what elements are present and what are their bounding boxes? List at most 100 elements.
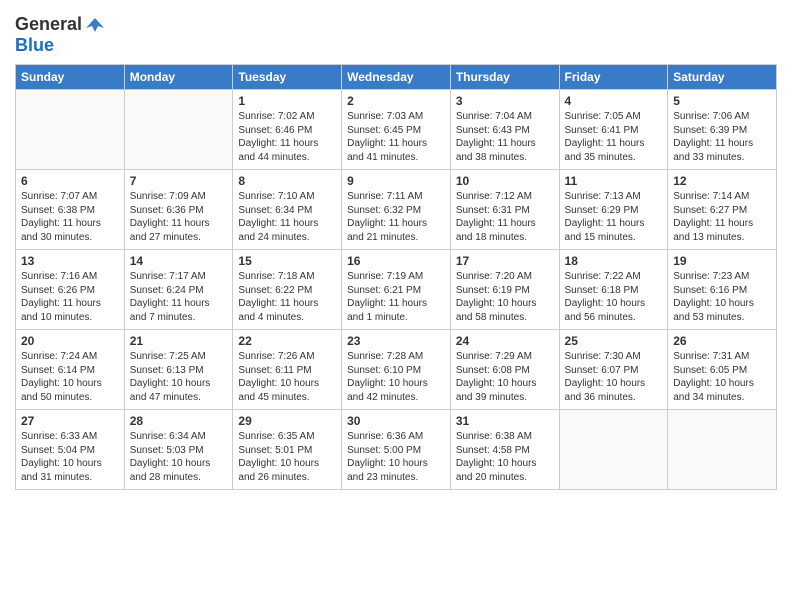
day-info: Sunrise: 7:17 AM Sunset: 6:24 PM Dayligh… [130, 270, 228, 324]
day-number: 7 [130, 174, 228, 188]
day-number: 16 [347, 254, 445, 268]
day-info: Sunrise: 7:05 AM Sunset: 6:41 PM Dayligh… [565, 110, 663, 164]
calendar-cell: 19 Sunrise: 7:23 AM Sunset: 6:16 PM Dayli… [668, 250, 777, 330]
calendar-cell: 31 Sunrise: 6:38 AM Sunset: 4:58 PM Dayli… [450, 410, 559, 490]
weekday-saturday: Saturday [668, 65, 777, 90]
day-number: 13 [21, 254, 119, 268]
logo-bird-icon [84, 14, 106, 36]
day-number: 8 [238, 174, 336, 188]
day-number: 10 [456, 174, 554, 188]
weekday-monday: Monday [124, 65, 233, 90]
calendar-cell: 25Sunrise: 7:30 AM Sunset: 6:07 PM Dayli… [559, 330, 668, 410]
calendar-table: SundayMondayTuesdayWednesdayThursdayFrid… [15, 64, 777, 490]
day-info: Sunrise: 7:03 AM Sunset: 6:45 PM Dayligh… [347, 110, 445, 164]
day-number: 20 [21, 334, 119, 348]
day-number: 1 [238, 94, 336, 108]
day-number: 25 [565, 334, 663, 348]
calendar-cell: 12Sunrise: 7:14 AM Sunset: 6:27 PM Dayli… [668, 170, 777, 250]
day-number: 27 [21, 414, 119, 428]
day-info: Sunrise: 6:38 AM Sunset: 4:58 PM Dayligh… [456, 430, 554, 484]
weekday-tuesday: Tuesday [233, 65, 342, 90]
logo-general: General [15, 14, 82, 34]
day-number: 2 [347, 94, 445, 108]
calendar-cell: 8 Sunrise: 7:10 AM Sunset: 6:34 PM Daylig… [233, 170, 342, 250]
day-info: Sunrise: 7:29 AM Sunset: 6:08 PM Dayligh… [456, 350, 554, 404]
day-number: 12 [673, 174, 771, 188]
calendar-cell: 7 Sunrise: 7:09 AM Sunset: 6:36 PM Daylig… [124, 170, 233, 250]
day-info: Sunrise: 7:19 AM Sunset: 6:21 PM Dayligh… [347, 270, 445, 324]
calendar-cell: 27 Sunrise: 6:33 AM Sunset: 5:04 PM Dayli… [16, 410, 125, 490]
day-number: 30 [347, 414, 445, 428]
day-number: 31 [456, 414, 554, 428]
calendar-cell: 6 Sunrise: 7:07 AM Sunset: 6:38 PM Daylig… [16, 170, 125, 250]
day-info: Sunrise: 7:24 AM Sunset: 6:14 PM Dayligh… [21, 350, 119, 404]
weekday-friday: Friday [559, 65, 668, 90]
calendar-cell [559, 410, 668, 490]
week-row-3: 20 Sunrise: 7:24 AM Sunset: 6:14 PM Dayli… [16, 330, 777, 410]
day-info: Sunrise: 7:13 AM Sunset: 6:29 PM Dayligh… [565, 190, 663, 244]
logo-blue: Blue [15, 35, 54, 55]
calendar-cell: 9 Sunrise: 7:11 AM Sunset: 6:32 PM Daylig… [342, 170, 451, 250]
calendar-cell [16, 90, 125, 170]
week-row-4: 27 Sunrise: 6:33 AM Sunset: 5:04 PM Dayli… [16, 410, 777, 490]
week-row-1: 6 Sunrise: 7:07 AM Sunset: 6:38 PM Daylig… [16, 170, 777, 250]
day-number: 29 [238, 414, 336, 428]
day-info: Sunrise: 7:04 AM Sunset: 6:43 PM Dayligh… [456, 110, 554, 164]
day-number: 3 [456, 94, 554, 108]
day-info: Sunrise: 7:11 AM Sunset: 6:32 PM Dayligh… [347, 190, 445, 244]
weekday-header-row: SundayMondayTuesdayWednesdayThursdayFrid… [16, 65, 777, 90]
day-number: 9 [347, 174, 445, 188]
day-info: Sunrise: 7:09 AM Sunset: 6:36 PM Dayligh… [130, 190, 228, 244]
day-info: Sunrise: 7:07 AM Sunset: 6:38 PM Dayligh… [21, 190, 119, 244]
day-info: Sunrise: 6:35 AM Sunset: 5:01 PM Dayligh… [238, 430, 336, 484]
calendar-cell: 29 Sunrise: 6:35 AM Sunset: 5:01 PM Dayli… [233, 410, 342, 490]
day-info: Sunrise: 6:36 AM Sunset: 5:00 PM Dayligh… [347, 430, 445, 484]
week-row-0: 1Sunrise: 7:02 AM Sunset: 6:46 PM Daylig… [16, 90, 777, 170]
day-number: 26 [673, 334, 771, 348]
calendar-cell: 4 Sunrise: 7:05 AM Sunset: 6:41 PM Daylig… [559, 90, 668, 170]
calendar-cell [668, 410, 777, 490]
calendar-cell: 18Sunrise: 7:22 AM Sunset: 6:18 PM Dayli… [559, 250, 668, 330]
day-info: Sunrise: 6:34 AM Sunset: 5:03 PM Dayligh… [130, 430, 228, 484]
calendar-cell: 28Sunrise: 6:34 AM Sunset: 5:03 PM Dayli… [124, 410, 233, 490]
calendar-cell: 10 Sunrise: 7:12 AM Sunset: 6:31 PM Dayli… [450, 170, 559, 250]
calendar-cell: 3 Sunrise: 7:04 AM Sunset: 6:43 PM Daylig… [450, 90, 559, 170]
calendar-cell: 16 Sunrise: 7:19 AM Sunset: 6:21 PM Dayli… [342, 250, 451, 330]
calendar-cell: 30 Sunrise: 6:36 AM Sunset: 5:00 PM Dayli… [342, 410, 451, 490]
calendar-body: 1Sunrise: 7:02 AM Sunset: 6:46 PM Daylig… [16, 90, 777, 490]
day-info: Sunrise: 7:23 AM Sunset: 6:16 PM Dayligh… [673, 270, 771, 324]
day-number: 23 [347, 334, 445, 348]
day-info: Sunrise: 7:10 AM Sunset: 6:34 PM Dayligh… [238, 190, 336, 244]
calendar-cell: 24 Sunrise: 7:29 AM Sunset: 6:08 PM Dayli… [450, 330, 559, 410]
day-info: Sunrise: 7:25 AM Sunset: 6:13 PM Dayligh… [130, 350, 228, 404]
weekday-wednesday: Wednesday [342, 65, 451, 90]
day-info: Sunrise: 6:33 AM Sunset: 5:04 PM Dayligh… [21, 430, 119, 484]
calendar-cell: 2 Sunrise: 7:03 AM Sunset: 6:45 PM Daylig… [342, 90, 451, 170]
day-number: 19 [673, 254, 771, 268]
logo: General Blue [15, 14, 106, 56]
day-number: 4 [565, 94, 663, 108]
day-number: 22 [238, 334, 336, 348]
day-number: 21 [130, 334, 228, 348]
day-number: 24 [456, 334, 554, 348]
day-info: Sunrise: 7:18 AM Sunset: 6:22 PM Dayligh… [238, 270, 336, 324]
calendar-cell: 23 Sunrise: 7:28 AM Sunset: 6:10 PM Dayli… [342, 330, 451, 410]
week-row-2: 13 Sunrise: 7:16 AM Sunset: 6:26 PM Dayli… [16, 250, 777, 330]
day-info: Sunrise: 7:20 AM Sunset: 6:19 PM Dayligh… [456, 270, 554, 324]
day-info: Sunrise: 7:16 AM Sunset: 6:26 PM Dayligh… [21, 270, 119, 324]
calendar-cell [124, 90, 233, 170]
calendar-cell: 17 Sunrise: 7:20 AM Sunset: 6:19 PM Dayli… [450, 250, 559, 330]
day-number: 18 [565, 254, 663, 268]
day-number: 5 [673, 94, 771, 108]
day-number: 15 [238, 254, 336, 268]
day-number: 14 [130, 254, 228, 268]
day-info: Sunrise: 7:28 AM Sunset: 6:10 PM Dayligh… [347, 350, 445, 404]
weekday-thursday: Thursday [450, 65, 559, 90]
calendar-cell: 26 Sunrise: 7:31 AM Sunset: 6:05 PM Dayli… [668, 330, 777, 410]
day-info: Sunrise: 7:31 AM Sunset: 6:05 PM Dayligh… [673, 350, 771, 404]
calendar-cell: 11Sunrise: 7:13 AM Sunset: 6:29 PM Dayli… [559, 170, 668, 250]
day-info: Sunrise: 7:06 AM Sunset: 6:39 PM Dayligh… [673, 110, 771, 164]
day-number: 6 [21, 174, 119, 188]
day-info: Sunrise: 7:12 AM Sunset: 6:31 PM Dayligh… [456, 190, 554, 244]
day-number: 17 [456, 254, 554, 268]
